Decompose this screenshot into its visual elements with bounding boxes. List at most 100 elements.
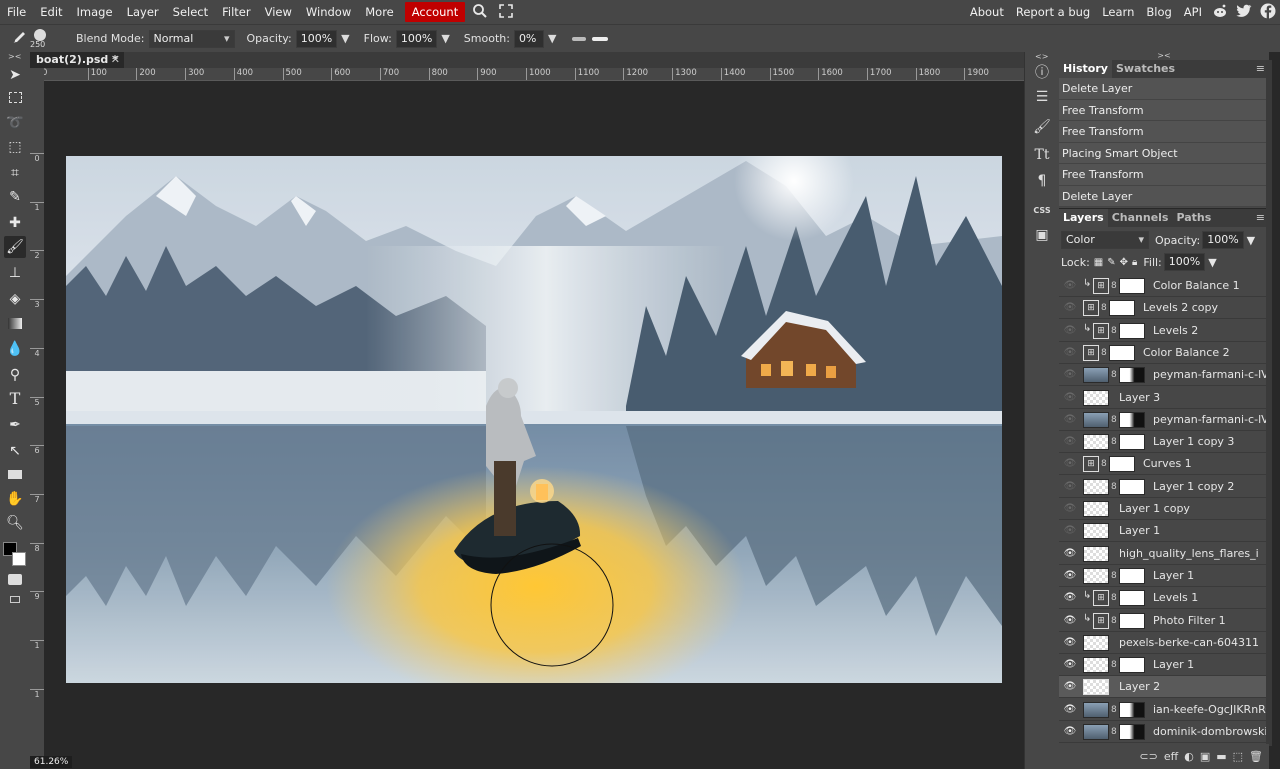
twitter-icon[interactable] — [1232, 4, 1256, 21]
layer-thumbnail[interactable] — [1083, 679, 1109, 696]
layer-opacity-input[interactable]: 100% — [1202, 231, 1244, 249]
mask-link-icon[interactable]: 8 — [1111, 571, 1117, 581]
character-icon[interactable]: Tt — [1031, 144, 1053, 166]
healing-tool-icon[interactable]: ✚ — [4, 212, 26, 234]
smooth-dropdown-icon[interactable]: ▼ — [548, 32, 556, 45]
layer-row[interactable]: 👁︎ 8 peyman-farmani-c-lVI6 — [1059, 408, 1267, 431]
screen-mode-icon[interactable] — [10, 596, 20, 603]
mask-thumbnail[interactable] — [1119, 411, 1145, 428]
layer-row[interactable]: 👁︎ high_quality_lens_flares_i — [1059, 542, 1267, 565]
mask-thumbnail[interactable] — [1119, 434, 1145, 451]
flow-dropdown-icon[interactable]: ▼ — [441, 32, 449, 45]
visibility-eye-icon[interactable]: 👁︎ — [1063, 680, 1077, 694]
mask-thumbnail[interactable] — [1119, 590, 1145, 607]
layer-row[interactable]: 👁︎ Layer 1 — [1059, 520, 1267, 543]
mask-link-icon[interactable]: 8 — [1111, 660, 1117, 670]
mask-thumbnail[interactable] — [1119, 478, 1145, 495]
search-icon[interactable] — [469, 3, 491, 22]
layer-row[interactable]: 👁︎ 8 Layer 1 copy 2 — [1059, 475, 1267, 498]
layer-row[interactable]: 👁︎ ↳ ⊞ 8 Photo Filter 1 — [1059, 609, 1267, 632]
visibility-eye-icon[interactable]: 👁︎ — [1063, 413, 1077, 427]
fill-dropdown-icon[interactable]: ▼ — [1208, 256, 1216, 269]
mask-link-icon[interactable]: 8 — [1111, 616, 1117, 626]
visibility-eye-icon[interactable]: 👁︎ — [1063, 703, 1077, 717]
mask-link-icon[interactable]: 8 — [1111, 482, 1117, 492]
visibility-eye-icon[interactable]: 👁︎ — [1063, 591, 1077, 605]
pressure-size-icon[interactable] — [572, 36, 587, 41]
menu-layer[interactable]: Layer — [120, 0, 166, 24]
layers-scrollbar[interactable] — [1266, 60, 1272, 746]
menu-file[interactable]: File — [0, 0, 33, 24]
toolbar-collapse-icon[interactable]: >< — [8, 52, 21, 61]
mask-thumbnail[interactable] — [1119, 657, 1145, 674]
history-item[interactable]: Delete Layer — [1059, 185, 1269, 207]
menu-report-bug[interactable]: Report a bug — [1010, 0, 1096, 24]
layer-row[interactable]: 👁︎ 8 dominik-dombrowski-l — [1059, 721, 1267, 743]
layer-row[interactable]: 👁︎ ⊞ 8 Levels 2 copy — [1059, 297, 1267, 320]
mask-thumbnail[interactable] — [1119, 367, 1145, 384]
menu-blog[interactable]: Blog — [1140, 0, 1177, 24]
layer-thumbnail[interactable] — [1083, 724, 1109, 740]
move-tool-icon[interactable]: ➤ — [4, 64, 26, 86]
layer-thumbnail[interactable] — [1083, 478, 1109, 495]
menu-about[interactable]: About — [964, 0, 1010, 24]
mask-icon[interactable]: ▣ — [1200, 750, 1210, 763]
new-layer-icon[interactable]: ⬚ — [1233, 750, 1243, 763]
smooth-input[interactable]: 0% — [513, 29, 544, 48]
layer-thumbnail[interactable] — [1083, 523, 1109, 540]
history-item[interactable]: Free Transform — [1059, 164, 1269, 186]
quick-select-tool-icon[interactable]: ⬚ — [4, 136, 26, 158]
visibility-eye-icon[interactable]: 👁︎ — [1063, 279, 1077, 293]
account-button[interactable]: Account — [404, 2, 466, 22]
visibility-eye-icon[interactable]: 👁︎ — [1063, 636, 1077, 650]
mask-thumbnail[interactable] — [1109, 456, 1135, 473]
close-tab-icon[interactable]: ✕ — [111, 52, 120, 68]
history-item[interactable]: Delete Layer — [1059, 78, 1269, 100]
css-icon[interactable]: CSS — [1031, 200, 1053, 222]
menu-filter[interactable]: Filter — [215, 0, 257, 24]
layer-row[interactable]: 👁︎ ↳ ⊞ 8 Levels 1 — [1059, 587, 1267, 610]
layer-blend-select[interactable]: Color — [1061, 231, 1149, 249]
visibility-eye-icon[interactable]: 👁︎ — [1063, 301, 1077, 315]
layer-row[interactable]: 👁︎ 8 Layer 1 — [1059, 564, 1267, 587]
layer-thumbnail[interactable] — [1083, 634, 1109, 651]
history-collapse-icon[interactable]: >< — [1059, 52, 1269, 60]
mask-link-icon[interactable]: 8 — [1101, 348, 1107, 358]
history-item[interactable]: Free Transform — [1059, 121, 1269, 143]
layer-row[interactable]: 👁︎ ⊞ 8 Color Balance 2 — [1059, 341, 1267, 364]
image-canvas[interactable] — [66, 156, 1002, 683]
brush-size-preview[interactable]: 250 — [30, 27, 58, 51]
quick-mask-icon[interactable] — [8, 574, 22, 585]
lock-position-icon[interactable]: ✥ — [1120, 257, 1128, 268]
mask-link-icon[interactable]: 8 — [1101, 459, 1107, 469]
layer-thumbnail[interactable] — [1083, 567, 1109, 584]
delete-layer-icon[interactable]: 🗑︎ — [1249, 750, 1263, 763]
layer-thumbnail[interactable] — [1083, 434, 1109, 451]
menu-edit[interactable]: Edit — [33, 0, 69, 24]
visibility-eye-icon[interactable]: 👁︎ — [1063, 480, 1077, 494]
mask-thumbnail[interactable] — [1119, 701, 1145, 718]
tab-swatches[interactable]: Swatches — [1112, 60, 1179, 78]
eraser-tool-icon[interactable]: ◈ — [4, 288, 26, 310]
dodge-tool-icon[interactable]: ⚲ — [4, 364, 26, 386]
mask-link-icon[interactable]: 8 — [1111, 326, 1117, 336]
mask-thumbnail[interactable] — [1109, 300, 1135, 317]
blur-tool-icon[interactable]: 💧 — [4, 338, 26, 360]
background-color-swatch[interactable] — [12, 552, 26, 566]
layer-thumbnail[interactable] — [1083, 367, 1109, 384]
paragraph-icon[interactable]: ¶ — [1031, 170, 1053, 192]
eyedropper-tool-icon[interactable]: ✎ — [4, 186, 26, 208]
layer-thumbnail[interactable] — [1083, 657, 1109, 674]
menu-learn[interactable]: Learn — [1096, 0, 1140, 24]
mask-link-icon[interactable]: 8 — [1111, 437, 1117, 447]
visibility-eye-icon[interactable]: 👁︎ — [1063, 524, 1077, 538]
layer-row[interactable]: 👁︎ ↳ ⊞ 8 Color Balance 1 — [1059, 275, 1267, 297]
mask-thumbnail[interactable] — [1119, 567, 1145, 584]
visibility-eye-icon[interactable]: 👁︎ — [1063, 547, 1077, 561]
layer-row[interactable]: 👁︎ ⊞ 8 Curves 1 — [1059, 453, 1267, 476]
brush-settings-icon[interactable]: 🖌 — [1031, 116, 1053, 138]
menu-image[interactable]: Image — [70, 0, 120, 24]
gradient-tool-icon[interactable] — [4, 314, 26, 336]
stamp-tool-icon[interactable]: ⊥ — [4, 262, 26, 284]
layer-row[interactable]: 👁︎ 8 Layer 1 — [1059, 654, 1267, 677]
